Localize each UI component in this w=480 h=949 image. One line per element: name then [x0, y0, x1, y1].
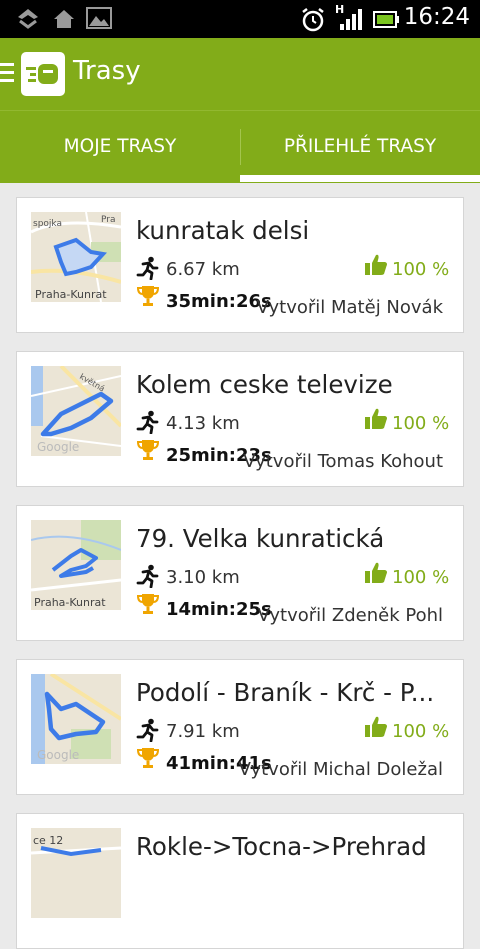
route-author: Vytvořil Matěj Novák: [256, 297, 443, 318]
trophy-icon: [136, 440, 160, 460]
route-title: 79. Velka kunratická: [136, 524, 385, 553]
tab-nearby-routes[interactable]: PŘILEHLÉ TRASY: [240, 111, 480, 183]
route-map-thumbnail: spojka Pra Praha-Kunrat: [31, 212, 121, 302]
trophy-icon: [136, 748, 160, 768]
route-title: Podolí - Braník - Krč - P...: [136, 678, 435, 707]
map-label: Praha-Kunrat: [34, 596, 106, 609]
thumbs-up-icon: [365, 254, 387, 275]
thumbs-up-icon: [365, 716, 387, 737]
status-time: 16:24: [403, 4, 470, 30]
route-distance: 6.67 km: [166, 259, 240, 280]
map-label: ce 12: [33, 834, 63, 847]
route-distance: 4.13 km: [166, 413, 240, 434]
route-author: Vytvořil Tomas Kohout: [243, 451, 443, 472]
map-label: Google: [37, 440, 79, 454]
route-card[interactable]: ce 12 Rokle->Tocna->Prehrad: [16, 813, 464, 949]
home-icon: [54, 10, 74, 28]
runner-icon: [136, 256, 159, 280]
thumbs-up-icon: [365, 408, 387, 429]
gallery-icon: [86, 7, 112, 29]
route-rating: 100 %: [392, 413, 450, 434]
status-bar: H 16:24: [0, 0, 480, 38]
app-title: Trasy: [73, 56, 141, 86]
route-map-thumbnail: květná Google: [31, 366, 121, 456]
route-rating: 100 %: [392, 567, 450, 588]
route-title: kunratak delsi: [136, 216, 310, 245]
tab-my-routes[interactable]: MOJE TRASY: [0, 111, 240, 183]
route-list[interactable]: spojka Pra Praha-Kunrat kunratak delsi 6…: [0, 183, 480, 949]
map-label: Pra: [101, 215, 115, 225]
alarm-icon: [302, 8, 324, 32]
map-label: Praha-Kunrat: [35, 288, 107, 301]
route-time: 14min:25s: [166, 599, 272, 620]
route-rating: 100 %: [392, 259, 450, 280]
route-title: Kolem ceske televize: [136, 370, 393, 399]
runner-icon: [136, 410, 159, 434]
route-title: Rokle->Tocna->Prehrad: [136, 832, 427, 861]
route-author: Vytvořil Zdeněk Pohl: [257, 605, 443, 626]
runner-icon: [136, 564, 159, 588]
route-card[interactable]: Praha-Kunrat 79. Velka kunratická 3.10 k…: [16, 505, 464, 641]
route-distance: 3.10 km: [166, 567, 240, 588]
battery-icon: [373, 11, 399, 28]
runner-icon: [136, 718, 159, 742]
route-card[interactable]: spojka Pra Praha-Kunrat kunratak delsi 6…: [16, 197, 464, 333]
route-card[interactable]: Google Podolí - Braník - Krč - P... 7.91…: [16, 659, 464, 795]
tab-selected-indicator: [240, 175, 480, 182]
trophy-icon: [136, 286, 160, 306]
tab-bar: MOJE TRASY PŘILEHLÉ TRASY: [0, 111, 480, 183]
route-map-thumbnail: ce 12: [31, 828, 121, 918]
trophy-icon: [136, 594, 160, 614]
usb-debug-icon: [18, 9, 38, 29]
signal-icon: [340, 9, 362, 30]
map-label: spojka: [33, 219, 62, 229]
app-logo-icon[interactable]: [21, 52, 65, 96]
route-map-thumbnail: Praha-Kunrat: [31, 520, 121, 610]
route-map-thumbnail: Google: [31, 674, 121, 764]
route-author: Vytvořil Michal Doležal: [238, 759, 443, 780]
route-card[interactable]: květná Google Kolem ceske televize 4.13 …: [16, 351, 464, 487]
hamburger-icon[interactable]: [0, 63, 14, 83]
route-distance: 7.91 km: [166, 721, 240, 742]
route-rating: 100 %: [392, 721, 450, 742]
map-label: Google: [37, 748, 79, 762]
thumbs-up-icon: [365, 562, 387, 583]
app-bar: Trasy: [0, 38, 480, 111]
